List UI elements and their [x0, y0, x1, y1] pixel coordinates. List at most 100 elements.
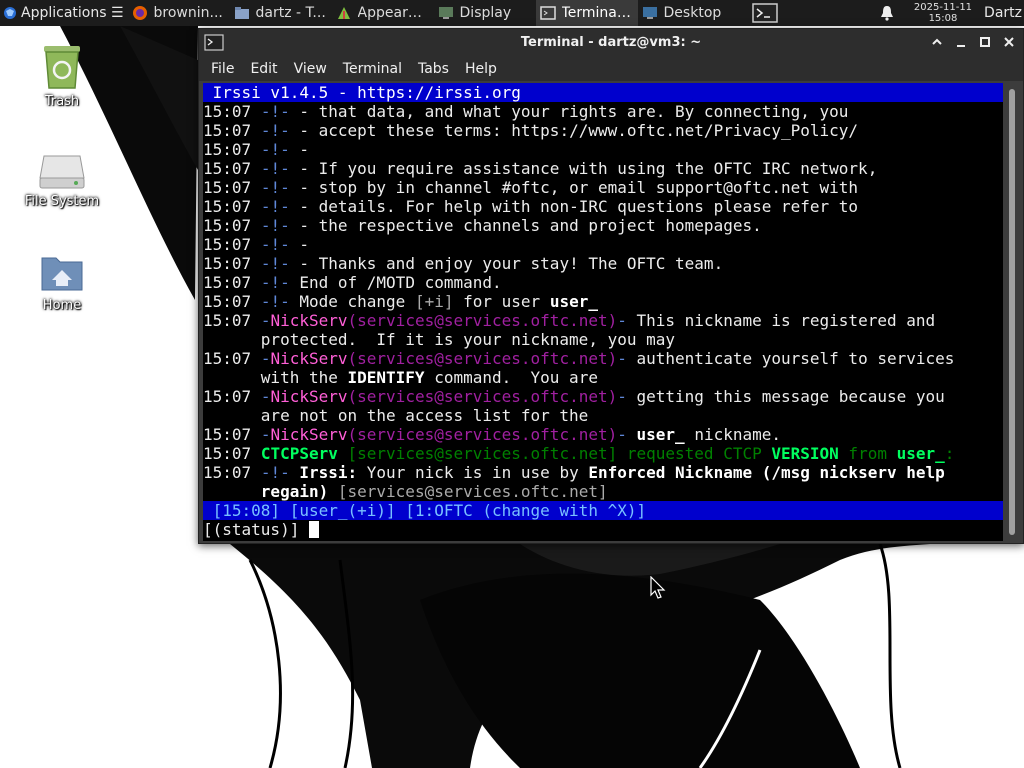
irssi-line: 15:07 -!- - stop by in channel #oftc, or… [203, 178, 1003, 197]
ctcp-host: [services@services.oftc.net] [347, 444, 618, 463]
window-minimize-button[interactable] [953, 33, 969, 51]
timestamp: 15:07 [203, 254, 252, 273]
window-shade-button[interactable] [929, 33, 945, 51]
irssi-line: 15:07 -NickServ(services@services.oftc.n… [203, 349, 955, 368]
task-label: Appeara... [357, 5, 430, 21]
irssi-line: 15:07 -NickServ(services@services.oftc.n… [203, 425, 782, 444]
timestamp: 15:07 [203, 425, 252, 444]
timestamp: 15:07 [203, 159, 252, 178]
task-label: Display [459, 5, 512, 21]
task-display[interactable]: Display [434, 0, 536, 26]
server-marker: -!- [260, 140, 290, 159]
folder-icon [234, 7, 249, 19]
timestamp: 15:07 [203, 140, 252, 159]
terminal-launcher-button[interactable] [750, 2, 780, 24]
desktop-icon-label: Trash [44, 94, 80, 109]
irssi-line: 15:07 -!- - If you require assistance wi… [203, 159, 1003, 178]
irssi-line: 15:07 -!- - [203, 140, 1003, 159]
task-appearance[interactable]: Appeara... [332, 0, 434, 26]
timestamp: 15:07 [203, 216, 252, 235]
task-label: Terminal... [561, 5, 634, 21]
terminal-scrollbar[interactable] [1006, 85, 1018, 539]
menu-edit[interactable]: Edit [242, 61, 285, 77]
message-text: with the [260, 368, 348, 387]
terminal-icon [539, 6, 556, 20]
window-title: Terminal - dartz@vm3: ~ [520, 35, 702, 50]
nickserv-host: (services@services.oftc.net) [347, 311, 618, 330]
ctcp-version: VERSION [771, 444, 839, 463]
irssi-line-cont: protected. If it is your nickname, you m… [203, 330, 1003, 349]
server-marker: -!- [260, 235, 290, 254]
menu-terminal[interactable]: Terminal [335, 61, 410, 77]
message-text: from [838, 444, 897, 463]
terminal-screen[interactable]: Irssi v1.4.5 - https://irssi.org 15:07 -… [203, 83, 1003, 541]
message-text: - that data, and what your rights are. B… [289, 102, 849, 121]
timestamp: 15:07 [203, 387, 252, 406]
irssi-line: 15:07 -NickServ(services@services.oftc.n… [203, 387, 945, 406]
text-cursor [308, 521, 319, 538]
message-text: - [289, 235, 309, 254]
nick: user_ [549, 292, 598, 311]
chevron-up-icon [932, 38, 942, 45]
nick: user_ [636, 425, 685, 444]
message-text: - stop by in channel #oftc, or email sup… [289, 178, 859, 197]
irssi-input-line[interactable]: [(status)] [203, 520, 1003, 539]
menu-file[interactable]: File [203, 61, 242, 77]
server-marker: -!- [260, 178, 290, 197]
user-menu-button[interactable]: Dartz [984, 5, 1022, 21]
irssi-line: 15:07 -!- - the respective channels and … [203, 216, 1003, 235]
timestamp: 15:07 [203, 197, 252, 216]
nickserv-nick: NickServ [270, 349, 348, 368]
irssi-line: 15:07 -!- - accept these terms: https://… [203, 121, 1003, 140]
irssi-line-cont: regain) [services@services.oftc.net] [203, 482, 1003, 501]
desktop-icon-home[interactable]: Home [12, 250, 112, 313]
task-file-manager[interactable]: dartz - T... [230, 0, 332, 26]
task-terminal[interactable]: Terminal... [535, 0, 638, 26]
minimize-icon [957, 45, 965, 47]
message-text: requested CTCP [617, 444, 772, 463]
identify-keyword: IDENTIFY [347, 368, 425, 387]
nickserv-host: (services@services.oftc.net) [347, 425, 618, 444]
timestamp: 15:07 [203, 349, 252, 368]
window-maximize-button[interactable] [977, 33, 993, 51]
input-prompt: [(status)] [203, 520, 309, 539]
task-firefox[interactable]: brownin... [128, 0, 230, 26]
xfce-logo-icon [4, 7, 16, 19]
timestamp: 15:07 [203, 292, 252, 311]
applications-menu-button[interactable]: Applications ☰ [0, 0, 128, 26]
irssi-line: 15:07 -!- End of /MOTD command. [203, 273, 1003, 292]
panel-clock[interactable]: 2025-11-11 15:08 [914, 2, 972, 24]
terminal-window[interactable]: Terminal - dartz@vm3: ~ File Edit View T… [198, 28, 1024, 544]
top-panel: Applications ☰ brownin... dartz - T... A… [0, 0, 1024, 26]
services-host: [services@services.oftc.net] [337, 482, 608, 501]
timestamp: 15:07 [203, 235, 252, 254]
irssi-line: 15:07 -NickServ(services@services.oftc.n… [203, 311, 936, 330]
task-desktop[interactable]: Desktop [638, 0, 740, 26]
menu-tabs[interactable]: Tabs [410, 61, 457, 77]
irssi-line: 15:07 -!- Irssi: Your nick is in use by … [203, 463, 1003, 482]
timestamp: 15:07 [203, 102, 252, 121]
message-text: protected. If it is your nickname, you m… [260, 330, 676, 349]
irssi-line: 15:07 -!- Mode change [+i] for user user… [203, 292, 1003, 311]
irssi-line: 15:07 CTCPServ [services@services.oftc.n… [203, 444, 1003, 463]
scrollbar-thumb[interactable] [1009, 89, 1015, 535]
menu-help[interactable]: Help [457, 61, 505, 77]
window-close-button[interactable] [1001, 33, 1017, 51]
desktop-icon-file-system[interactable]: File System [12, 148, 112, 209]
firefox-icon [132, 6, 147, 20]
irssi-line: 15:07 -!- - Thanks and enjoy your stay! … [203, 254, 1003, 273]
message-text: for user [453, 292, 550, 311]
nickserv-nick: NickServ [270, 387, 348, 406]
window-titlebar[interactable]: Terminal - dartz@vm3: ~ [199, 29, 1023, 57]
menu-view[interactable]: View [286, 61, 335, 77]
clock-date: 2025-11-11 [913, 2, 973, 13]
notification-bell-icon[interactable] [878, 4, 896, 22]
maximize-icon [980, 37, 990, 47]
message-text: - accept these terms: https://www.oftc.n… [289, 121, 859, 140]
desktop-icon-label: File System [24, 194, 100, 209]
message-text: command. You are [424, 368, 598, 387]
message-text: Mode change [289, 292, 415, 311]
message-text: nickname. [684, 425, 782, 444]
irssi-topic-bar: Irssi v1.4.5 - https://irssi.org [203, 83, 1003, 102]
desktop-icon-trash[interactable]: Trash [12, 40, 112, 109]
